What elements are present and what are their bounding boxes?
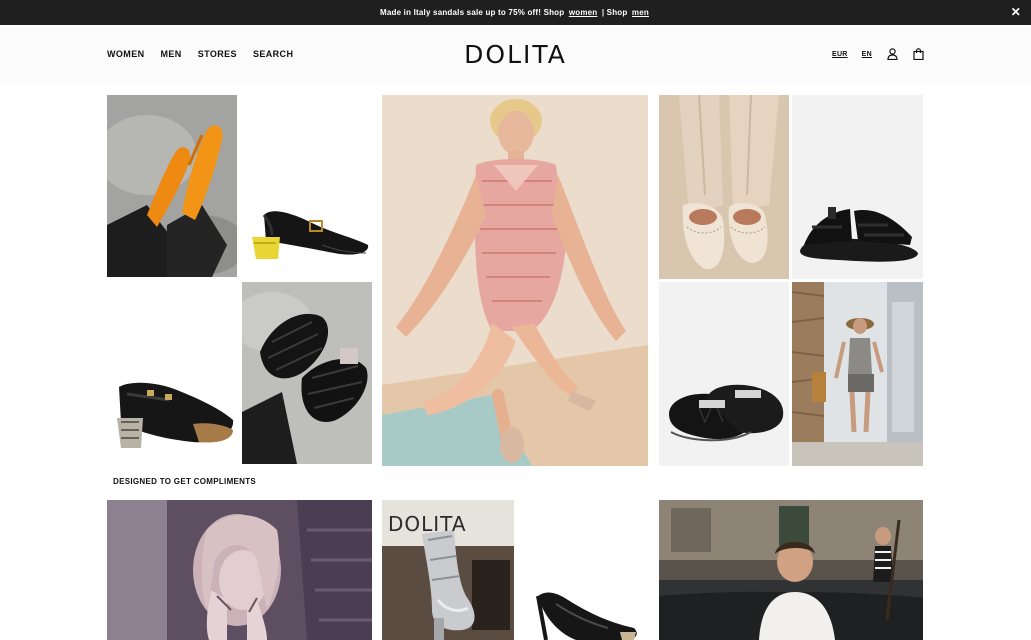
nav-item-search[interactable]: SEARCH — [253, 49, 293, 59]
product-photo-beige-flats[interactable] — [659, 95, 789, 279]
currency-selector[interactable]: EUR — [832, 51, 848, 58]
nav-item-stores[interactable]: STORES — [198, 49, 237, 59]
language-selector[interactable]: EN — [862, 51, 872, 58]
announcement-bar: Made in Italy sandals sale up to 75% off… — [0, 0, 1031, 25]
header-utilities: EUR EN — [832, 25, 924, 83]
user-icon[interactable] — [886, 48, 898, 60]
storefront-sign: DOLITA — [388, 512, 467, 536]
lookbook-photo-man-gondola[interactable] — [659, 500, 923, 640]
close-icon[interactable]: ✕ — [1011, 5, 1021, 19]
main-nav: WOMEN MEN STORES SEARCH — [107, 25, 293, 83]
lookbook-photo-model-straw-hat[interactable] — [792, 282, 923, 466]
product-photo-black-mary-jane[interactable] — [107, 282, 237, 464]
section-title: DESIGNED TO GET COMPLIMENTS — [113, 477, 257, 486]
lookbook-photo-model-poolside[interactable] — [382, 95, 648, 466]
nav-item-men[interactable]: MEN — [161, 49, 182, 59]
product-photo-black-slingback[interactable] — [242, 95, 372, 277]
announcement-separator: | Shop — [601, 8, 628, 17]
product-photo-black-sandal[interactable] — [792, 95, 923, 279]
announcement-link-women[interactable]: women — [569, 8, 598, 17]
product-photo-orange-loafers[interactable] — [107, 95, 237, 277]
product-photo-black-buckle-clogs[interactable] — [659, 282, 789, 466]
logo[interactable]: DOLITA — [464, 40, 567, 69]
nav-item-women[interactable]: WOMEN — [107, 49, 145, 59]
lookbook-photo-silver-boot-storefront[interactable]: DOLITA — [382, 500, 514, 640]
product-photo-black-pump[interactable] — [516, 500, 648, 640]
product-photo-quilted-slides[interactable] — [242, 282, 372, 464]
announcement-text: Made in Italy sandals sale up to 75% off… — [380, 8, 565, 17]
site-header: WOMEN MEN STORES SEARCH DOLITA EUR EN — [0, 25, 1031, 83]
bag-icon[interactable] — [912, 48, 924, 60]
lookbook-photo-model-purple[interactable] — [107, 500, 372, 640]
announcement-link-men[interactable]: men — [632, 8, 649, 17]
